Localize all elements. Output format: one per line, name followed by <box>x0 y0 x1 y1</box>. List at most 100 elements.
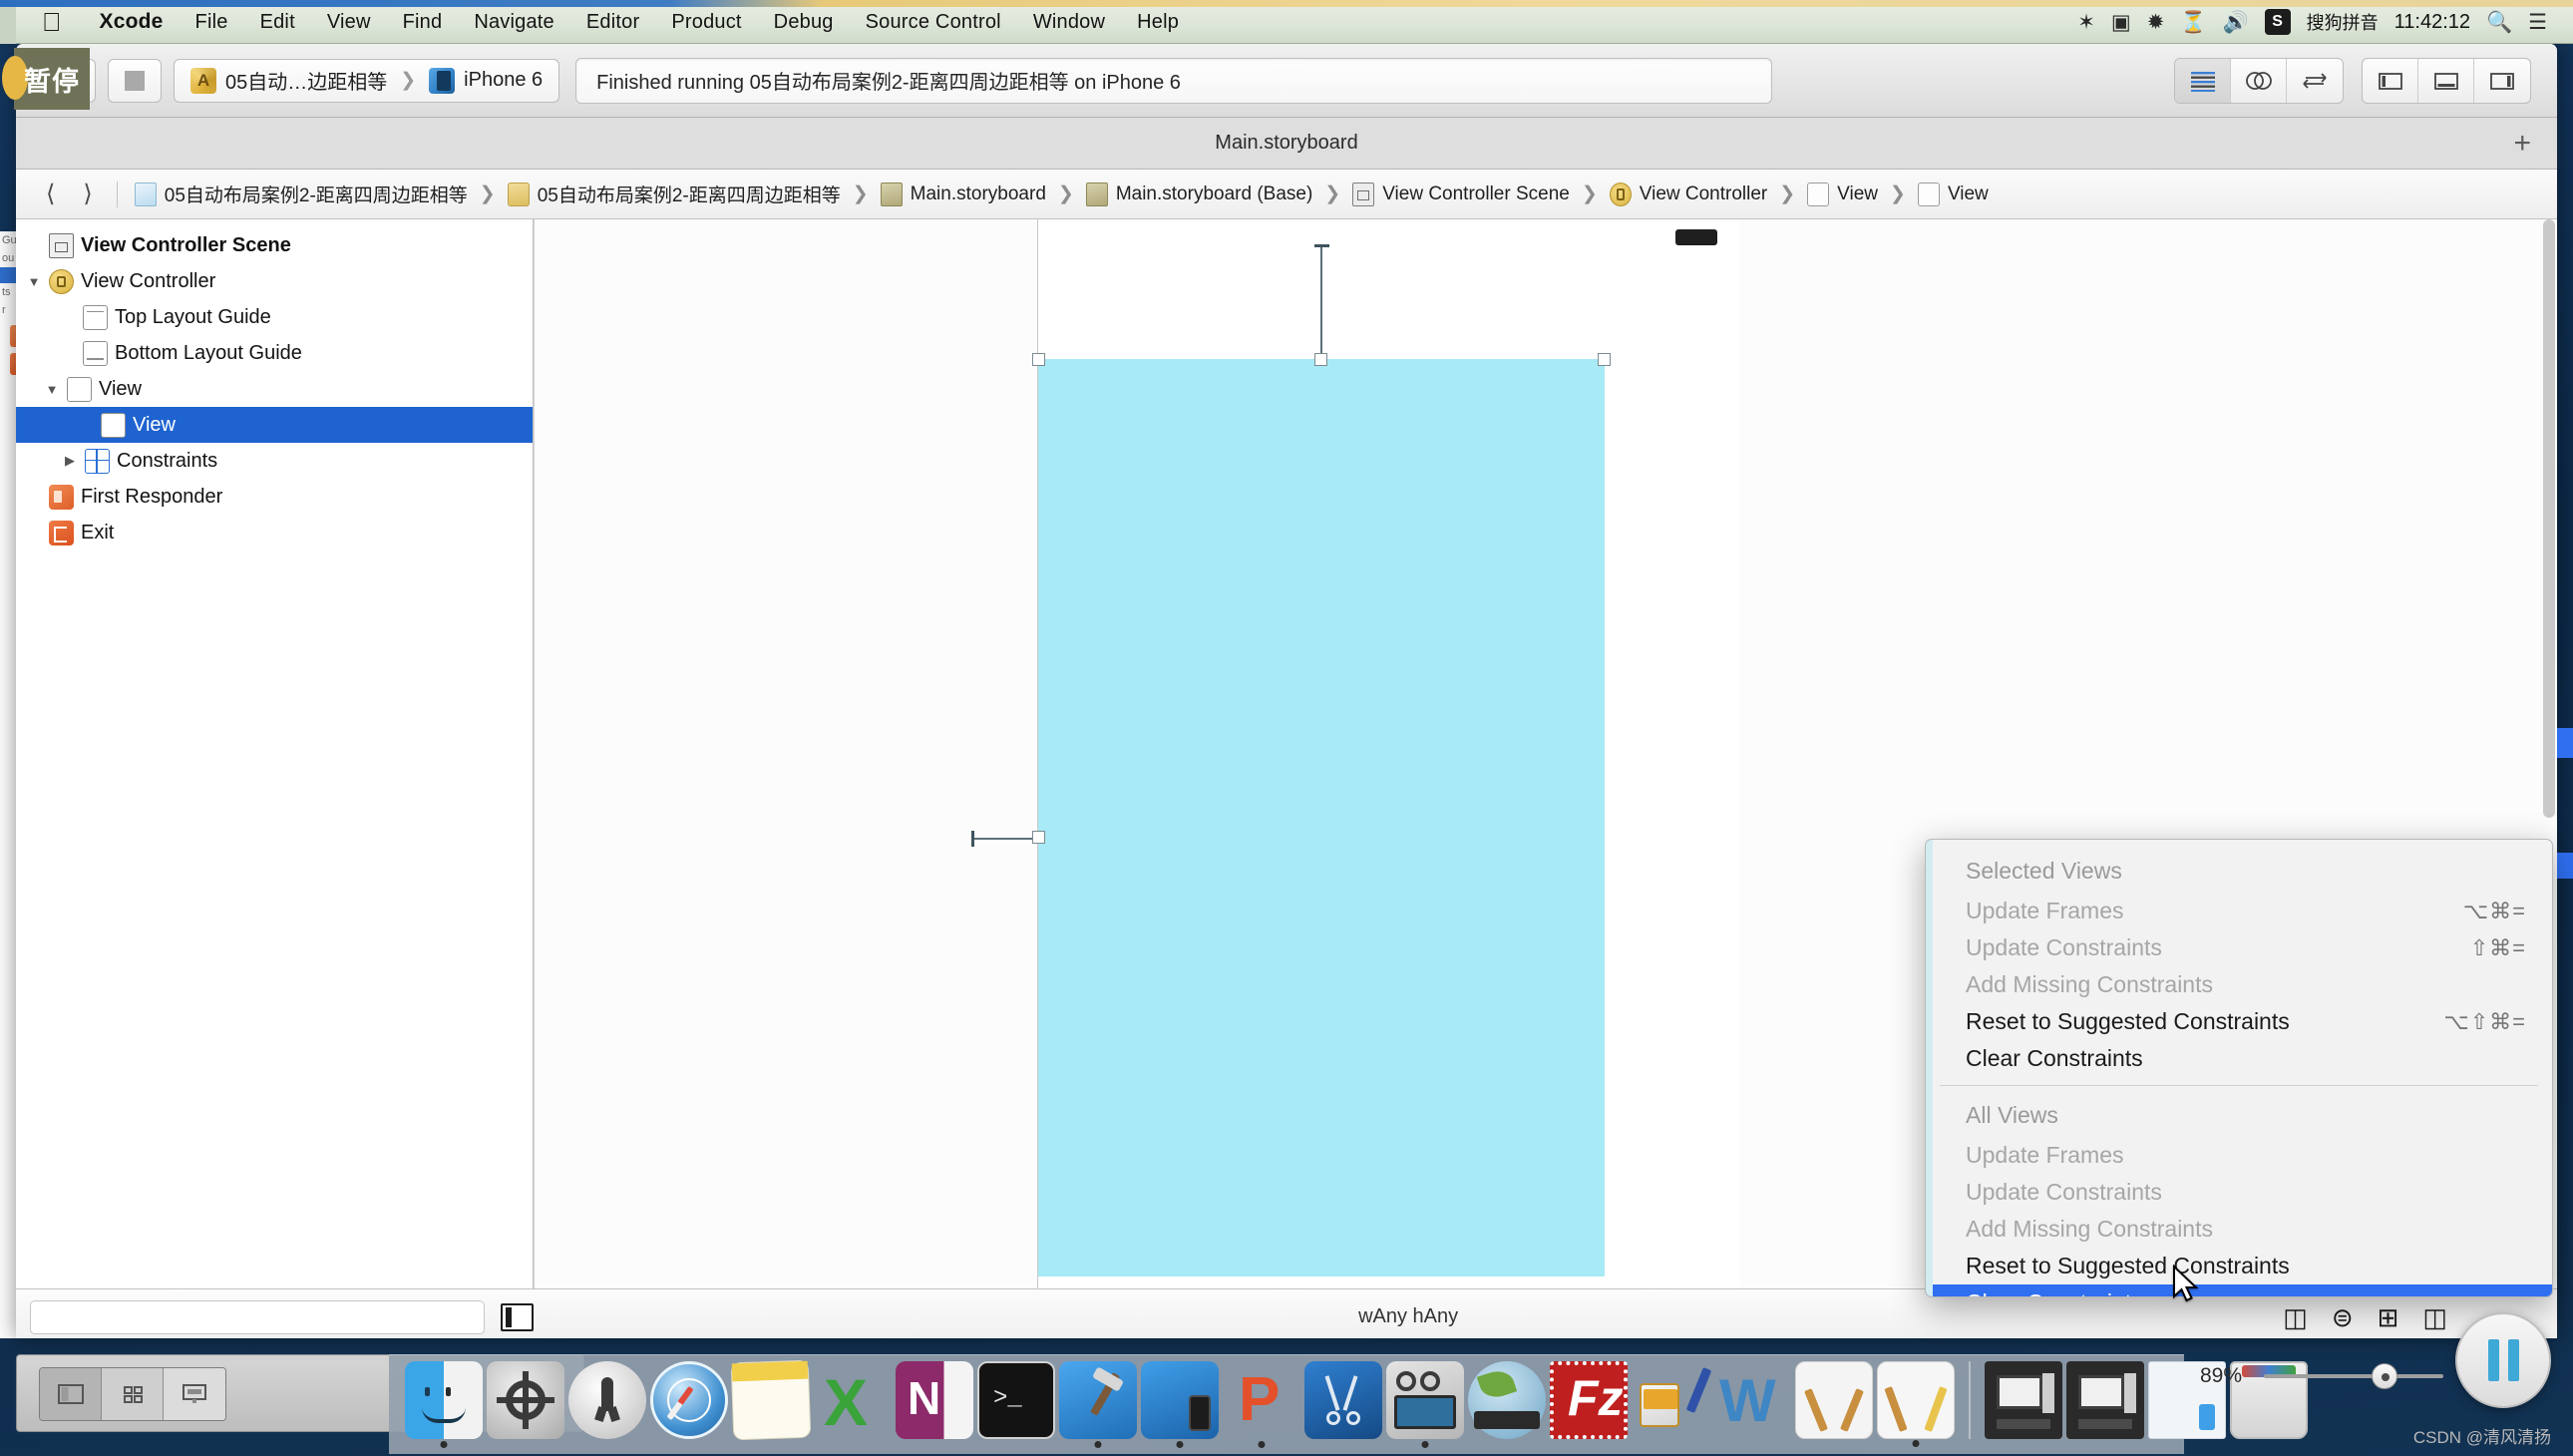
menu-item-add-missing-constraints-selected[interactable]: Add Missing Constraints <box>1926 966 2552 1003</box>
plus-icon[interactable]: + <box>2513 128 2531 159</box>
standard-editor-button[interactable] <box>2175 58 2231 103</box>
menu-xcode[interactable]: Xcode <box>84 10 180 34</box>
resolve-auto-layout-issues-icon[interactable]: ◫ <box>2422 1304 2447 1330</box>
menu-item-clear-constraints-all[interactable]: Clear Constraints <box>1926 1284 2552 1296</box>
dock-item-safari[interactable] <box>650 1361 728 1439</box>
size-class-control[interactable]: wAny hAny <box>534 1305 2283 1328</box>
view-controller-scene-frame[interactable] <box>971 219 1739 1288</box>
breadcrumb-item-storyboard[interactable]: Main.storyboard <box>874 182 1053 206</box>
menu-view[interactable]: View <box>311 11 387 34</box>
apple-icon[interactable]:  <box>42 9 62 35</box>
dock-item-excel[interactable]: X <box>814 1361 892 1439</box>
dock-item-ftp-client[interactable] <box>1468 1361 1546 1439</box>
floating-pause-button[interactable] <box>2455 1312 2551 1408</box>
menu-item-reset-to-suggested-constraints-selected[interactable]: Reset to Suggested Constraints ⌥⇧⌘= <box>1926 1003 2552 1040</box>
airplay-icon[interactable]: ✹ <box>2147 12 2165 33</box>
menu-editor[interactable]: Editor <box>570 11 655 34</box>
align-icon[interactable]: ⊜ <box>2332 1304 2354 1330</box>
volume-icon[interactable]: 🔊 <box>2222 12 2248 33</box>
selection-handle-top-center[interactable] <box>1314 353 1327 366</box>
outline-item-exit[interactable]: Exit <box>16 515 533 550</box>
tab-title[interactable]: Main.storyboard <box>1215 132 1357 155</box>
breadcrumb-item-scene[interactable]: View Controller Scene <box>1345 182 1577 206</box>
menu-bar-clock[interactable]: 11:42:12 <box>2394 11 2470 34</box>
recording-pause-overlay-button[interactable]: 暂停 <box>2 48 90 110</box>
grid-view-icon[interactable] <box>102 1368 164 1420</box>
canvas-zoom-control[interactable]: 89% <box>2200 1363 2443 1389</box>
bluetooth-icon[interactable]: ✶ <box>2077 12 2095 33</box>
dock-item-snipaste[interactable] <box>1304 1361 1382 1439</box>
menu-source-control[interactable]: Source Control <box>850 11 1017 34</box>
menu-navigate[interactable]: Navigate <box>458 11 570 34</box>
menu-find[interactable]: Find <box>387 11 459 34</box>
editor-mode-segmented-control[interactable] <box>2174 57 2344 104</box>
zoom-slider-track[interactable] <box>2264 1363 2443 1389</box>
outline-item-subview-selected[interactable]: View <box>16 407 533 443</box>
menu-item-update-frames-all[interactable]: Update Frames <box>1926 1137 2552 1174</box>
dock-item-word[interactable]: W <box>1713 1361 1791 1439</box>
breadcrumb-item-folder[interactable]: 05自动布局案例2-距离四周边距相等 <box>501 181 848 207</box>
dock-item-preview[interactable] <box>1795 1361 1873 1439</box>
menu-edit[interactable]: Edit <box>244 11 311 34</box>
assistant-editor-button[interactable] <box>2231 58 2287 103</box>
menu-item-update-constraints-selected[interactable]: Update Constraints ⇧⌘= <box>1926 929 2552 966</box>
menu-item-add-missing-constraints-all[interactable]: Add Missing Constraints <box>1926 1211 2552 1248</box>
top-spacing-constraint[interactable] <box>1320 245 1322 361</box>
zoom-slider-knob[interactable] <box>2372 1363 2397 1389</box>
dock-item-notes[interactable] <box>730 1359 812 1441</box>
dock-item-finder[interactable] <box>405 1361 483 1448</box>
outline-item-bottom-layout-guide[interactable]: Bottom Layout Guide <box>16 335 533 371</box>
outline-item-view-controller[interactable]: ▼ View Controller <box>16 263 533 299</box>
selected-subview[interactable] <box>1038 359 1605 1276</box>
input-method-badge[interactable]: S <box>2264 9 2291 35</box>
notification-center-icon[interactable]: ☰ <box>2528 12 2547 33</box>
autolayout-context-menu[interactable]: Selected Views Update Frames ⌥⌘= Update … <box>1925 839 2553 1297</box>
pin-icon[interactable]: ⊞ <box>2378 1304 2399 1330</box>
toggle-debug-area-button[interactable] <box>2418 58 2474 103</box>
menu-item-reset-to-suggested-constraints-all[interactable]: Reset to Suggested Constraints <box>1926 1248 2552 1284</box>
search-icon[interactable]: 🔍 <box>2486 12 2512 33</box>
breadcrumb-item-storyboard-base[interactable]: Main.storyboard (Base) <box>1079 182 1319 206</box>
toggle-utilities-button[interactable] <box>2474 59 2530 103</box>
outline-header[interactable]: View Controller Scene <box>16 227 533 263</box>
toggle-navigator-button[interactable] <box>2363 58 2418 103</box>
time-machine-icon[interactable]: ⏳ <box>2180 12 2206 33</box>
menu-file[interactable]: File <box>180 11 244 34</box>
dock-item-launchpad[interactable] <box>568 1361 646 1439</box>
dock-item-system-preferences[interactable] <box>487 1361 564 1439</box>
disclosure-triangle-down-icon[interactable]: ▼ <box>26 274 42 289</box>
menu-product[interactable]: Product <box>655 11 757 34</box>
breadcrumb-item-view-controller[interactable]: View Controller <box>1603 182 1774 206</box>
stack-icon[interactable]: ◫ <box>2283 1304 2308 1330</box>
breadcrumb-item-subview[interactable]: View <box>1911 182 1996 206</box>
breadcrumb-item-view[interactable]: View <box>1800 182 1885 206</box>
menu-window[interactable]: Window <box>1017 11 1121 34</box>
breadcrumb-item-project[interactable]: 05自动布局案例2-距离四周边距相等 <box>128 181 475 207</box>
outline-item-constraints[interactable]: ▶ Constraints <box>16 443 533 479</box>
chevron-left-icon[interactable]: ⟨ <box>32 180 69 208</box>
view-mode-segmented-control[interactable] <box>39 1367 226 1421</box>
presentation-view-icon[interactable] <box>164 1368 225 1420</box>
outline-item-view[interactable]: ▼ View <box>16 371 533 407</box>
outline-filter-input[interactable] <box>30 1299 486 1334</box>
dock-item-xcode[interactable] <box>1059 1361 1137 1448</box>
menu-help[interactable]: Help <box>1121 11 1195 34</box>
selection-handle-top-left[interactable] <box>1032 353 1045 366</box>
menu-item-update-constraints-all[interactable]: Update Constraints <box>1926 1174 2552 1211</box>
dock-item-onenote[interactable]: N <box>896 1361 973 1439</box>
dock-item-terminal[interactable]: >_ <box>977 1361 1055 1439</box>
dock-item-interface-builder[interactable] <box>1141 1361 1219 1448</box>
scheme-selector[interactable]: 05自动…边距相等 ❯ iPhone 6 <box>174 58 560 103</box>
outline-item-top-layout-guide[interactable]: Top Layout Guide <box>16 299 533 335</box>
leading-spacing-constraint[interactable] <box>972 838 1038 840</box>
chevron-right-icon[interactable]: ⟩ <box>69 180 106 208</box>
outline-item-first-responder[interactable]: First Responder <box>16 479 533 515</box>
dock-item-sketch-app[interactable] <box>1877 1361 1955 1447</box>
selection-handle-top-right[interactable] <box>1598 353 1611 366</box>
sidebar-view-icon[interactable] <box>40 1368 102 1420</box>
panel-toggle-segmented-control[interactable] <box>2362 57 2531 104</box>
screen-record-icon[interactable]: ▣ <box>2111 12 2131 33</box>
dock-item-keynote[interactable]: P <box>1223 1361 1300 1448</box>
menu-item-clear-constraints-selected[interactable]: Clear Constraints <box>1926 1040 2552 1077</box>
canvas-scrollbar[interactable] <box>2543 219 2555 818</box>
